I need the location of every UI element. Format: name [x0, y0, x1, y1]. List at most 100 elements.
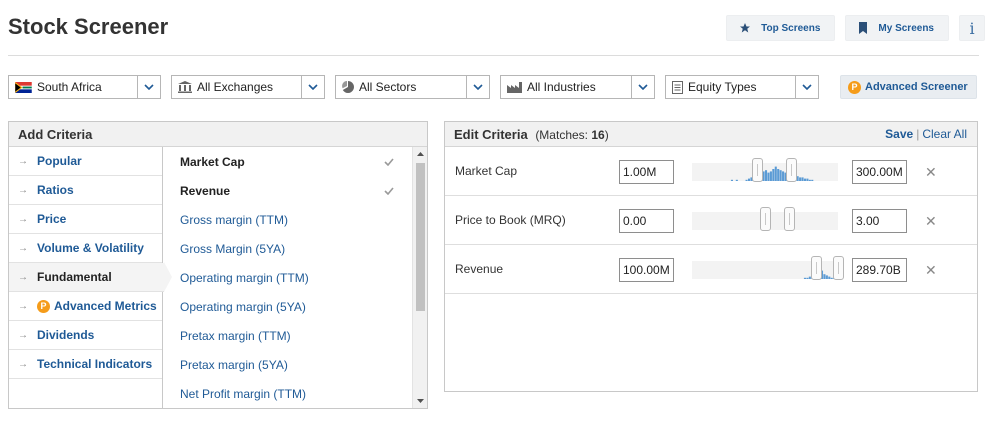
histogram-bar [801, 177, 804, 181]
building-icon [178, 81, 192, 93]
category-label: Ratios [37, 183, 74, 197]
criteria-item[interactable]: Net Profit margin (TTM) [164, 379, 412, 408]
remove-criteria-icon[interactable]: ✕ [925, 262, 937, 279]
max-value-input[interactable]: 300.00M [852, 160, 907, 184]
category-label: Popular [37, 154, 82, 168]
criteria-row-label: Market Cap [455, 164, 518, 178]
matches-count: (Matches: 16) [535, 127, 609, 142]
clear-all-link[interactable]: Clear All [922, 127, 967, 141]
histogram-bar [825, 275, 828, 279]
add-criteria-title: Add Criteria [9, 122, 427, 147]
advanced-screener-button[interactable]: P Advanced Screener [840, 75, 977, 99]
criteria-rows: Market Cap 1.00M 300.00M ✕ Price to Book (MR… [445, 147, 977, 294]
arrow-right-icon: → [18, 271, 28, 283]
histogram-bar [808, 179, 811, 181]
criteria-scrollbar[interactable] [412, 147, 427, 408]
range-min-handle[interactable] [810, 256, 822, 280]
histogram-bar [803, 277, 806, 279]
category-label: Volume & Volatility [37, 241, 144, 255]
histogram-bar [767, 172, 770, 181]
category-item[interactable]: → Fundamental [9, 262, 172, 292]
histogram-bar [745, 179, 748, 181]
criteria-row: Price to Book (MRQ) 0.00 3.00 ✕ [445, 196, 977, 245]
category-item[interactable]: → Technical Indicators [9, 350, 162, 379]
my-screens-button[interactable]: My Screens [845, 15, 949, 41]
range-min-handle[interactable] [759, 207, 771, 231]
checkmark-icon [384, 186, 394, 195]
min-value-input[interactable]: 1.00M [619, 160, 674, 184]
histogram-bar [803, 178, 806, 181]
criteria-item[interactable]: Market Cap [164, 147, 412, 176]
category-item[interactable]: → P Advanced Metrics [9, 292, 162, 321]
histogram-bar [806, 178, 809, 181]
category-item[interactable]: → Volume & Volatility [9, 234, 162, 263]
criteria-item[interactable]: Operating margin (5YA) [164, 292, 412, 321]
country-select[interactable]: South Africa [8, 75, 161, 99]
pie-chart-icon [342, 81, 354, 93]
category-label: Advanced Metrics [54, 299, 157, 313]
criteria-label: Net Profit margin (TTM) [180, 386, 307, 401]
add-criteria-panel: Add Criteria → Popular → Ratios → Price → Volum… [8, 121, 428, 409]
arrow-right-icon: → [18, 184, 28, 196]
south-africa-flag-icon [15, 81, 32, 93]
scroll-thumb[interactable] [416, 163, 425, 311]
criteria-item[interactable]: Operating margin (TTM) [164, 263, 412, 292]
criteria-item[interactable]: Pretax margin (TTM) [164, 321, 412, 350]
category-label: Dividends [37, 328, 95, 342]
criteria-label: Pretax margin (TTM) [180, 328, 291, 343]
range-slider-track[interactable] [692, 163, 838, 181]
sectors-select[interactable]: All Sectors [335, 75, 490, 99]
country-label: South Africa [37, 80, 102, 94]
range-max-handle[interactable] [832, 256, 844, 280]
remove-criteria-icon[interactable]: ✕ [925, 164, 937, 181]
chevron-down-icon [473, 84, 483, 90]
category-item[interactable]: → Price [9, 205, 162, 234]
criteria-item[interactable]: Revenue [164, 176, 412, 205]
premium-icon: P [37, 299, 50, 313]
arrow-right-icon: → [18, 329, 28, 341]
info-button[interactable]: i [959, 15, 985, 41]
remove-criteria-icon[interactable]: ✕ [925, 213, 937, 230]
range-max-handle[interactable] [785, 158, 797, 182]
exchanges-select[interactable]: All Exchanges [171, 75, 325, 99]
my-screens-label: My Screens [878, 22, 934, 34]
category-item[interactable]: → Popular [9, 147, 162, 176]
industries-select[interactable]: All Industries [500, 75, 655, 99]
histogram-bar [769, 171, 772, 181]
industries-label: All Industries [527, 80, 596, 94]
save-link[interactable]: Save [885, 127, 913, 141]
max-value-input[interactable]: 3.00 [852, 209, 907, 233]
range-min-handle[interactable] [752, 158, 764, 182]
criteria-item[interactable]: Pretax margin (5YA) [164, 350, 412, 379]
min-value-input[interactable]: 100.00M [619, 258, 674, 282]
bookmark-icon [859, 22, 868, 34]
criteria-label: Gross margin (TTM) [180, 212, 288, 227]
criteria-label: Gross Margin (5YA) [180, 241, 286, 256]
edit-criteria-panel: Edit Criteria (Matches: 16) Save | Clear A… [444, 121, 978, 392]
category-label: Fundamental [37, 270, 112, 284]
criteria-item[interactable]: Gross margin (TTM) [164, 205, 412, 234]
histogram-bar [806, 277, 809, 279]
min-value-input[interactable]: 0.00 [619, 209, 674, 233]
scroll-up-arrow[interactable] [413, 147, 428, 161]
criteria-row-label: Revenue [455, 262, 504, 276]
arrow-right-icon: → [18, 300, 28, 312]
distribution-histogram [730, 166, 814, 181]
category-item[interactable]: → Ratios [9, 176, 162, 205]
checkmark-icon [384, 157, 394, 166]
chevron-down-icon [308, 84, 318, 90]
top-screens-button[interactable]: Top Screens [726, 15, 836, 41]
link-separator: | [916, 127, 920, 141]
histogram-bar [777, 169, 780, 181]
header-divider [8, 55, 979, 56]
max-value-input[interactable]: 289.70B [852, 258, 907, 282]
equity-types-select[interactable]: Equity Types [665, 75, 819, 99]
top-actions: Top Screens My Screens i [726, 15, 985, 41]
scroll-down-arrow[interactable] [413, 394, 428, 408]
category-item[interactable]: → Dividends [9, 321, 162, 350]
range-max-handle[interactable] [784, 207, 796, 231]
criteria-item[interactable]: Gross Margin (5YA) [164, 234, 412, 263]
histogram-bar [774, 166, 777, 181]
criteria-label: Revenue [180, 183, 231, 198]
histogram-bar [747, 178, 751, 181]
